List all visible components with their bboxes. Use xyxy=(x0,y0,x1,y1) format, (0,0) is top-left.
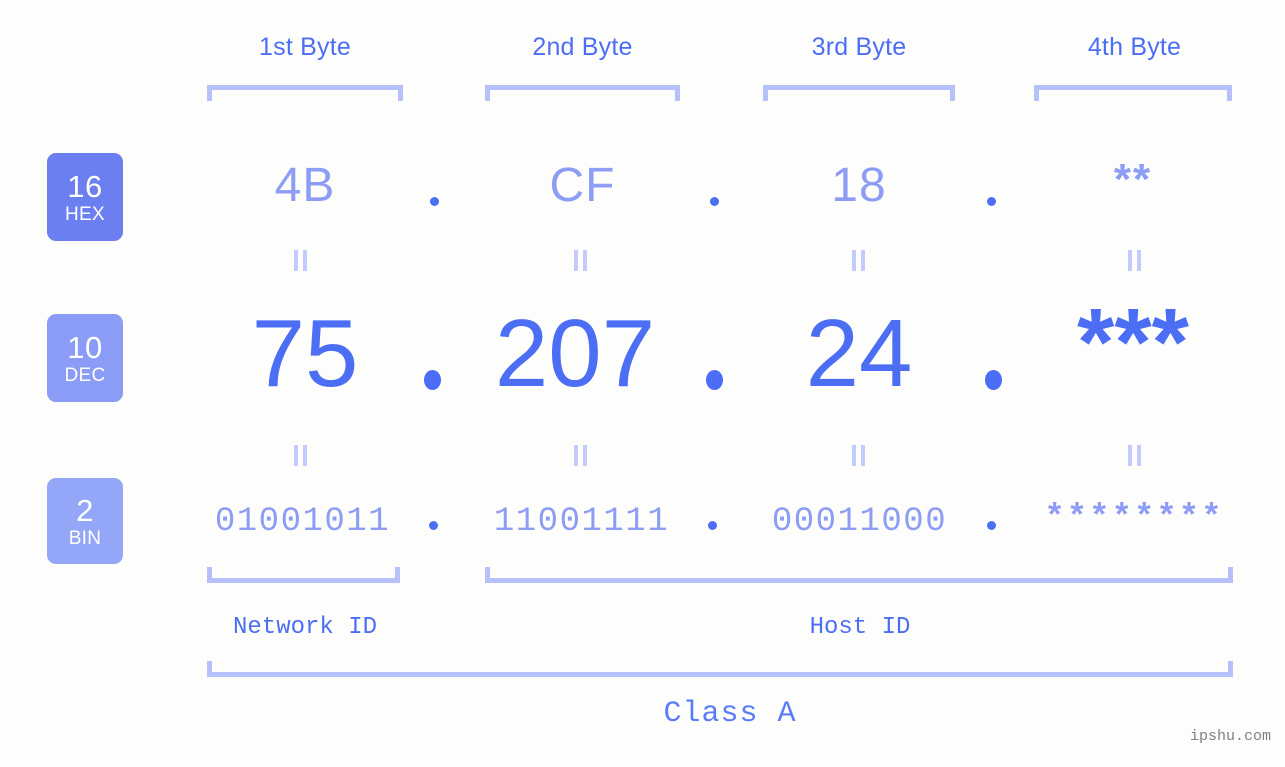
hex-dot-2 xyxy=(710,197,719,206)
host-id-label: Host ID xyxy=(809,614,911,641)
bin-byte-2: 11001111 xyxy=(493,503,670,541)
equals-mark-dec-bin-1 xyxy=(293,445,309,466)
base-badge-bin-label: BIN xyxy=(68,527,102,549)
bin-byte-3: 00011000 xyxy=(771,503,948,541)
class-bracket xyxy=(207,661,1233,677)
hex-byte-3: 18 xyxy=(831,159,887,212)
base-badge-bin: 2 BIN xyxy=(47,478,123,564)
ip-address-breakdown-diagram: 1st Byte 2nd Byte 3rd Byte 4th Byte 16 H… xyxy=(0,0,1285,767)
equals-mark-hex-dec-1 xyxy=(293,250,309,271)
class-label: Class A xyxy=(663,697,797,731)
dec-byte-2: 207 xyxy=(494,300,656,407)
hex-dot-1 xyxy=(430,197,439,206)
site-watermark: ipshu.com xyxy=(1189,728,1271,745)
base-badge-bin-number: 2 xyxy=(76,492,94,528)
dec-byte-3: 24 xyxy=(805,300,913,407)
equals-mark-dec-bin-2 xyxy=(573,445,589,466)
byte-bracket-2 xyxy=(485,85,680,101)
dec-dot-1 xyxy=(424,370,441,390)
equals-mark-hex-dec-2 xyxy=(573,250,589,271)
hex-byte-4: ** xyxy=(1113,155,1153,204)
byte-header-4: 4th Byte xyxy=(1087,33,1182,61)
base-badge-hex: 16 HEX xyxy=(47,153,123,241)
byte-header-3: 3rd Byte xyxy=(811,33,907,61)
network-id-label: Network ID xyxy=(232,614,378,641)
bin-dot-1 xyxy=(429,521,438,530)
network-id-bracket xyxy=(207,567,400,583)
dec-dot-2 xyxy=(706,370,723,390)
byte-header-1: 1st Byte xyxy=(259,33,351,61)
byte-bracket-1 xyxy=(207,85,403,101)
base-badge-dec: 10 DEC xyxy=(47,314,123,402)
bin-byte-1: 01001011 xyxy=(214,503,391,541)
base-badge-hex-number: 16 xyxy=(67,168,103,204)
base-badge-dec-number: 10 xyxy=(67,329,103,365)
dec-dot-3 xyxy=(985,370,1002,390)
byte-bracket-3 xyxy=(763,85,955,101)
equals-mark-dec-bin-3 xyxy=(851,445,867,466)
hex-dot-3 xyxy=(987,197,996,206)
hex-byte-2: CF xyxy=(549,159,616,212)
byte-header-2: 2nd Byte xyxy=(532,33,633,61)
bin-byte-4: ******** xyxy=(1044,500,1224,538)
equals-mark-hex-dec-4 xyxy=(1127,250,1143,271)
bin-dot-3 xyxy=(987,521,996,530)
equals-mark-hex-dec-3 xyxy=(851,250,867,271)
host-id-bracket xyxy=(485,567,1233,583)
hex-byte-1: 4B xyxy=(274,159,336,212)
dec-byte-4: *** xyxy=(1076,289,1190,396)
base-badge-hex-label: HEX xyxy=(65,203,105,225)
equals-mark-dec-bin-4 xyxy=(1127,445,1143,466)
bin-dot-2 xyxy=(708,521,717,530)
dec-byte-1: 75 xyxy=(251,300,359,407)
byte-bracket-4 xyxy=(1034,85,1232,101)
base-badge-dec-label: DEC xyxy=(64,364,106,386)
